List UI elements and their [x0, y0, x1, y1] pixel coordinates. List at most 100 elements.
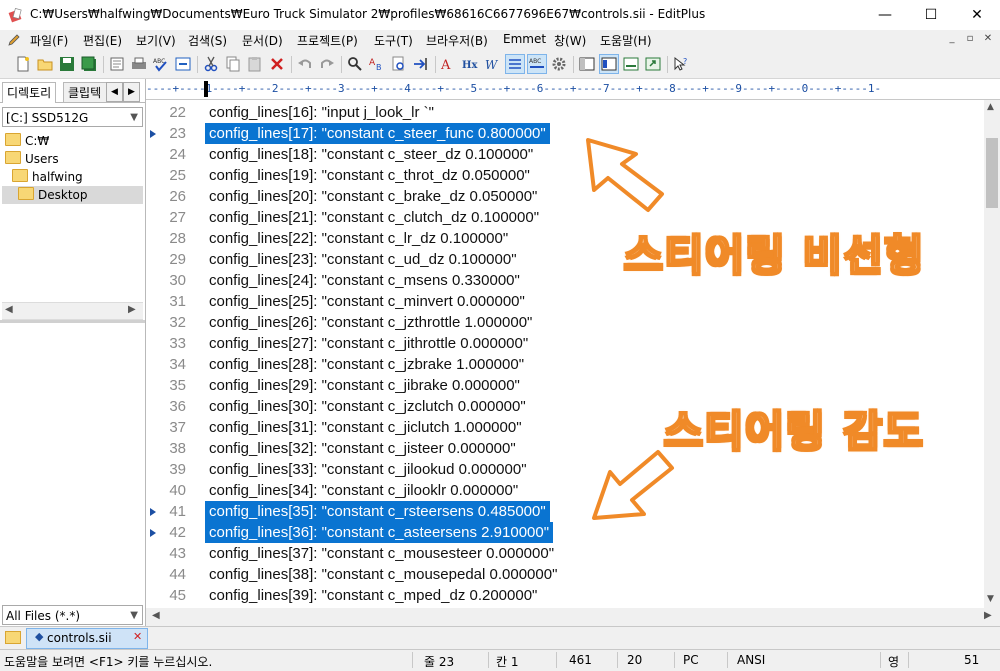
menu-edit[interactable]: 편집(E): [83, 32, 122, 49]
menu-browser[interactable]: 브라우저(B): [426, 32, 488, 49]
svg-text:A: A: [440, 58, 451, 73]
code-line[interactable]: config_lines[31]: "constant c_jiclutch 1…: [205, 417, 526, 438]
cut-icon[interactable]: [202, 55, 220, 73]
gear-icon[interactable]: [550, 55, 568, 73]
scroll-thumb[interactable]: [986, 138, 998, 208]
heading-icon[interactable]: Hx: [462, 55, 480, 73]
tab-cliptext[interactable]: 클립텍: [63, 82, 111, 103]
menu-project[interactable]: 프로젝트(P): [297, 32, 358, 49]
font-icon[interactable]: A: [440, 55, 458, 73]
replace-icon[interactable]: AB: [368, 55, 386, 73]
code-line-selected[interactable]: config_lines[36]: "constant c_asteersens…: [205, 522, 554, 543]
code-line[interactable]: config_lines[18]: "constant c_steer_dz 0…: [205, 144, 537, 165]
directory-window-icon[interactable]: [578, 55, 596, 73]
code-line[interactable]: config_lines[34]: "constant c_jilooklr 0…: [205, 480, 522, 501]
code-line[interactable]: config_lines[38]: "constant c_mousepedal…: [205, 564, 561, 585]
tab-scroll-left-button[interactable]: ◀: [106, 82, 123, 102]
code-line[interactable]: config_lines[20]: "constant c_brake_dz 0…: [205, 186, 541, 207]
menu-tools[interactable]: 도구(T): [374, 32, 413, 49]
line-number: 31: [169, 293, 186, 310]
status-separator: [908, 652, 909, 668]
find-in-files-icon[interactable]: [390, 55, 408, 73]
undo-icon[interactable]: [296, 55, 314, 73]
column-ruler: ----+----1----+----2----+----3----+----4…: [146, 79, 1000, 100]
maximize-button[interactable]: ☐: [908, 0, 954, 30]
code-line[interactable]: config_lines[25]: "constant c_minvert 0.…: [205, 291, 529, 312]
delete-icon[interactable]: [268, 55, 286, 73]
status-separator: [727, 652, 728, 668]
tab-scroll-right-button[interactable]: ▶: [123, 82, 140, 102]
paste-icon[interactable]: [246, 55, 264, 73]
save-icon[interactable]: [58, 55, 76, 73]
tree-item-drive[interactable]: C:₩: [5, 132, 49, 150]
redo-icon[interactable]: [318, 55, 336, 73]
code-line[interactable]: config_lines[24]: "constant c_msens 0.33…: [205, 270, 524, 291]
tree-item-label: C:₩: [25, 134, 50, 148]
drive-select[interactable]: [C:] SSD512G ▼: [2, 107, 143, 127]
mdi-minimize-button[interactable]: _: [944, 33, 960, 47]
mdi-restore-button[interactable]: ▫: [962, 33, 978, 47]
code-line[interactable]: config_lines[27]: "constant c_jithrottle…: [205, 333, 532, 354]
code-line[interactable]: config_lines[28]: "constant c_jzbrake 1.…: [205, 354, 528, 375]
find-icon[interactable]: [346, 55, 364, 73]
browser-view-icon[interactable]: [174, 55, 192, 73]
tree-item-halfwing[interactable]: halfwing: [12, 168, 83, 186]
line-number-toggle-icon[interactable]: [505, 54, 525, 74]
full-screen-icon[interactable]: [644, 55, 662, 73]
tree-item-desktop[interactable]: Desktop: [2, 186, 143, 204]
save-all-icon[interactable]: [80, 55, 98, 73]
code-line[interactable]: config_lines[22]: "constant c_lr_dz 0.10…: [205, 228, 512, 249]
menu-window[interactable]: 창(W): [554, 32, 586, 49]
menu-search[interactable]: 검색(S): [188, 32, 227, 49]
code-line[interactable]: config_lines[37]: "constant c_mousesteer…: [205, 543, 558, 564]
svg-text:B: B: [376, 63, 382, 72]
code-line-selected[interactable]: config_lines[35]: "constant c_rsteersens…: [205, 501, 550, 522]
tree-item-users[interactable]: Users: [5, 150, 59, 168]
file-filter-select[interactable]: All Files (*.*) ▼: [2, 605, 143, 625]
code-line[interactable]: config_lines[23]: "constant c_ud_dz 0.10…: [205, 249, 521, 270]
drive-select-value: [C:] SSD512G: [6, 111, 89, 125]
goto-line-icon[interactable]: [412, 55, 430, 73]
chevron-down-icon: ▼: [130, 112, 138, 123]
ruler-toggle-icon[interactable]: ABC: [527, 54, 547, 74]
code-line[interactable]: config_lines[29]: "constant c_jibrake 0.…: [205, 375, 524, 396]
file-list[interactable]: [2, 324, 143, 602]
file-tab-controls[interactable]: controls.sii ◆ ✕: [26, 628, 148, 649]
code-line[interactable]: config_lines[19]: "constant c_throt_dz 0…: [205, 165, 534, 186]
menu-file[interactable]: 파일(F): [30, 32, 68, 49]
line-number: 26: [169, 188, 186, 205]
print-preview-icon[interactable]: [108, 55, 126, 73]
menu-help[interactable]: 도움말(H): [600, 32, 652, 49]
new-file-icon[interactable]: [14, 55, 32, 73]
copy-icon[interactable]: [224, 55, 242, 73]
cliptext-window-icon[interactable]: [599, 54, 619, 74]
code-line[interactable]: config_lines[33]: "constant c_jilookud 0…: [205, 459, 531, 480]
close-button[interactable]: ✕: [954, 0, 1000, 30]
menu-document[interactable]: 문서(D): [242, 32, 283, 49]
code-line[interactable]: config_lines[21]: "constant c_clutch_dz …: [205, 207, 543, 228]
spell-check-icon[interactable]: ABC: [152, 55, 170, 73]
tree-horizontal-scrollbar[interactable]: ◀ ▶: [2, 302, 143, 320]
editor-horizontal-scrollbar[interactable]: ◀ ▶: [146, 608, 1000, 626]
code-line-selected[interactable]: config_lines[17]: "constant c_steer_func…: [205, 123, 550, 144]
line-number: 32: [169, 314, 186, 331]
code-line[interactable]: config_lines[30]: "constant c_jzclutch 0…: [205, 396, 530, 417]
editor-vertical-scrollbar[interactable]: ▲ ▼: [984, 100, 1000, 608]
code-line[interactable]: config_lines[39]: "constant c_mped_dz 0.…: [205, 585, 541, 606]
print-icon[interactable]: [130, 55, 148, 73]
code-line[interactable]: config_lines[32]: "constant c_jisteer 0.…: [205, 438, 520, 459]
context-help-icon[interactable]: ?: [672, 55, 690, 73]
menu-bar: 파일(F) 편집(E) 보기(V) 검색(S) 문서(D) 프로젝트(P) 도구…: [0, 30, 1000, 51]
panel-splitter[interactable]: [0, 320, 145, 323]
minimize-button[interactable]: —: [862, 0, 908, 30]
menu-emmet[interactable]: Emmet: [503, 32, 546, 46]
code-line[interactable]: config_lines[16]: "input j_look_lr `": [205, 102, 438, 123]
open-folder-icon[interactable]: [36, 55, 54, 73]
menu-view[interactable]: 보기(V): [136, 32, 176, 49]
tab-directory[interactable]: 디렉토리: [2, 82, 57, 103]
close-tab-icon[interactable]: ✕: [133, 630, 142, 643]
mdi-close-button[interactable]: ✕: [980, 33, 996, 47]
output-window-icon[interactable]: [622, 55, 640, 73]
word-wrap-icon[interactable]: W: [484, 55, 502, 73]
code-line[interactable]: config_lines[26]: "constant c_jzthrottle…: [205, 312, 536, 333]
